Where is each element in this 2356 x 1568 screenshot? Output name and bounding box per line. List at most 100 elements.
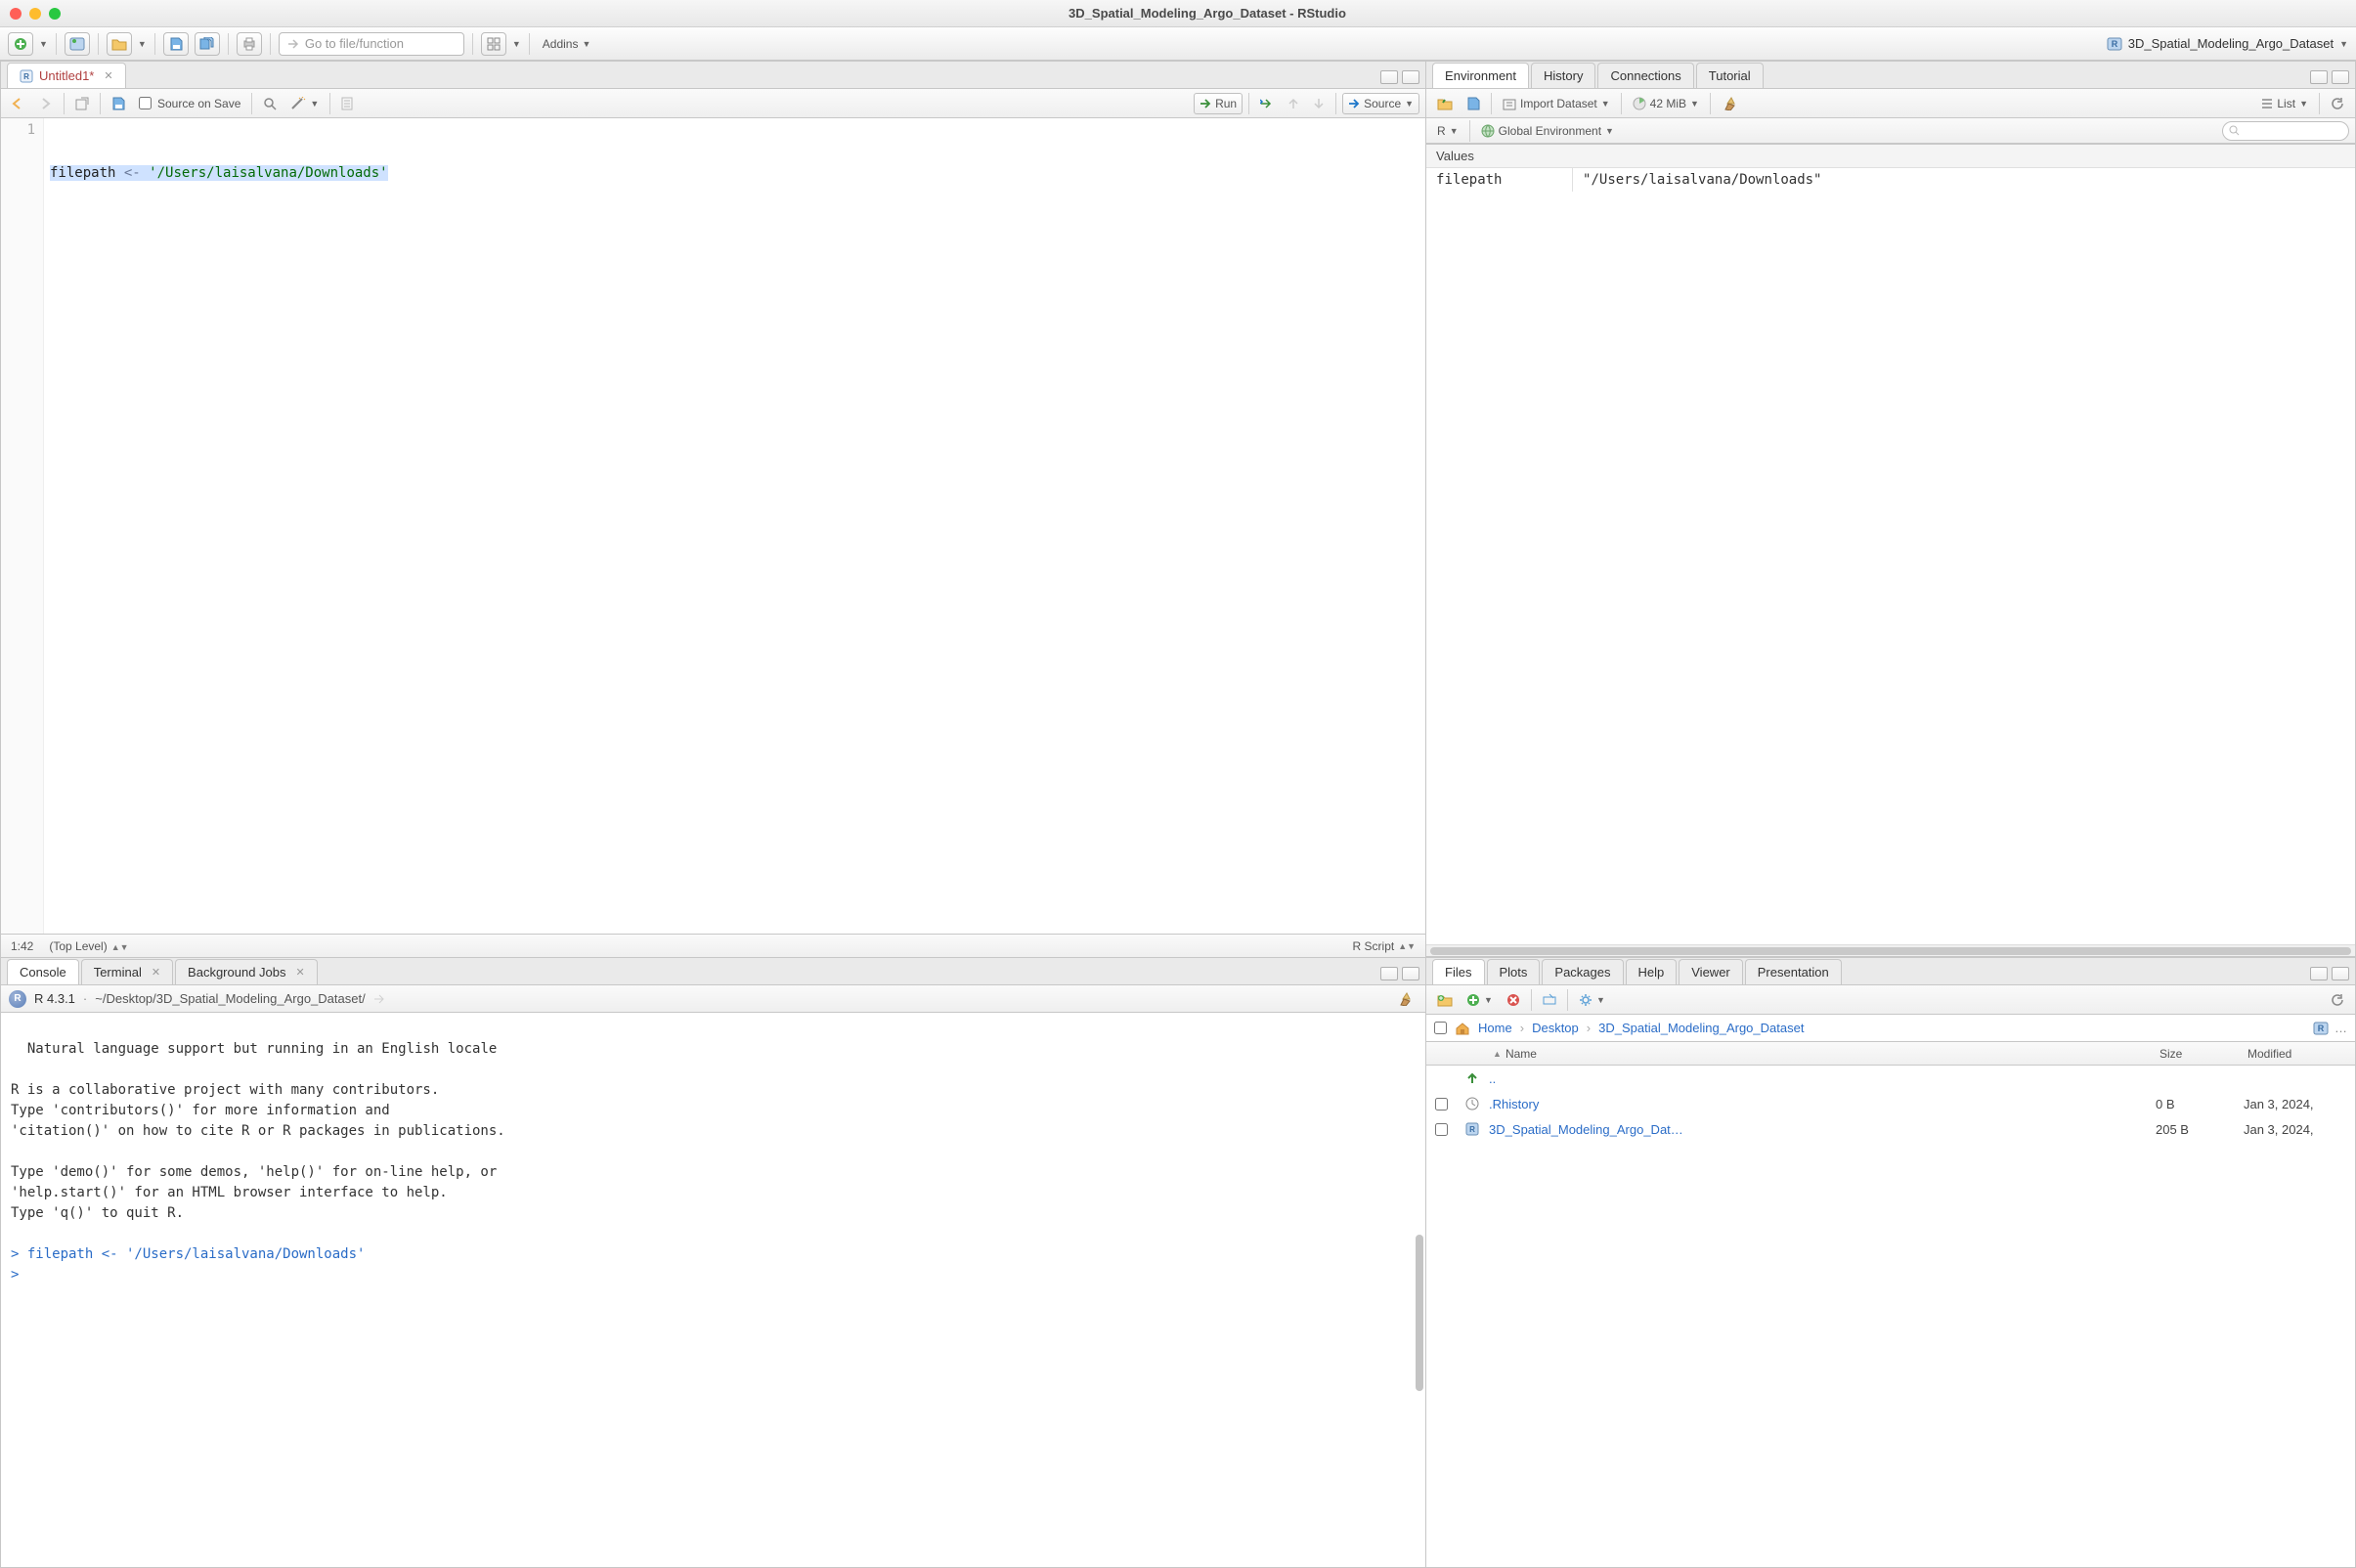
source-script-button[interactable]: Source ▼ [1342,93,1419,114]
tab-connections[interactable]: Connections [1597,63,1693,88]
go-to-next-button[interactable] [1308,93,1330,114]
files-column-header: ▲Name Size Modified [1426,1042,2355,1066]
column-modified[interactable]: Modified [2247,1047,2355,1061]
tab-viewer[interactable]: Viewer [1679,959,1743,984]
tab-plots[interactable]: Plots [1487,959,1541,984]
source-tab-untitled1[interactable]: R Untitled1* ✕ [7,63,126,88]
source-on-save-toggle[interactable]: Source on Save [134,93,245,114]
chevron-down-icon[interactable]: ▼ [39,39,48,49]
maximize-pane-button[interactable] [2332,70,2349,84]
files-breadcrumb: Home › Desktop › 3D_Spatial_Modeling_Arg… [1426,1015,2355,1042]
new-blank-file-button[interactable]: ▼ [1462,989,1498,1011]
breadcrumb-project[interactable]: 3D_Spatial_Modeling_Argo_Dataset [1598,1021,1804,1035]
file-name[interactable]: .. [1489,1071,2156,1086]
code-scope[interactable]: (Top Level) [49,939,107,953]
chevron-down-icon[interactable]: ▼ [138,39,147,49]
show-in-new-window-button[interactable] [70,93,94,114]
environment-search-input[interactable] [2222,121,2349,141]
code-editor[interactable]: 1 filepath <- '/Users/laisalvana/Downloa… [1,118,1425,934]
re-run-button[interactable] [1255,93,1279,114]
environment-row[interactable]: filepath"/Users/laisalvana/Downloads" [1426,168,2355,192]
minimize-pane-button[interactable] [1380,70,1398,84]
view-mode-button[interactable]: List ▼ [2256,93,2313,114]
import-dataset-button[interactable]: Import Dataset ▼ [1498,93,1615,114]
code-tools-button[interactable]: ▼ [285,93,324,114]
maximize-pane-button[interactable] [2332,967,2349,980]
find-replace-button[interactable] [258,93,282,114]
tab-terminal[interactable]: Terminal✕ [81,959,173,984]
more-files-button[interactable]: ▼ [1574,989,1610,1011]
new-project-button[interactable] [65,32,90,56]
horizontal-scrollbar[interactable] [1426,944,2355,956]
minimize-pane-button[interactable] [2310,967,2328,980]
language-menu[interactable]: R▼ [1432,120,1463,142]
tab-presentation[interactable]: Presentation [1745,959,1842,984]
clear-console-button[interactable] [1392,988,1418,1010]
save-source-button[interactable] [107,93,130,114]
minimize-window-button[interactable] [29,8,41,20]
file-checkbox[interactable] [1435,1098,1448,1111]
new-file-button[interactable] [8,32,33,56]
close-tab-button[interactable]: ✕ [152,966,160,979]
console-output[interactable]: Natural language support but running in … [1,1013,1425,1567]
compile-report-button[interactable] [336,93,358,114]
rename-file-button[interactable] [1538,989,1561,1011]
save-all-button[interactable] [195,32,220,56]
go-to-prev-button[interactable] [1283,93,1304,114]
more-path-button[interactable]: … [2334,1021,2347,1035]
memory-usage-button[interactable]: 42 MiB ▼ [1628,93,1704,114]
close-tab-button[interactable]: ✕ [296,966,305,979]
home-icon[interactable] [1455,1022,1470,1035]
column-name[interactable]: ▲Name [1489,1047,2160,1061]
file-checkbox[interactable] [1435,1123,1448,1136]
popout-icon[interactable] [373,993,385,1005]
close-window-button[interactable] [10,8,22,20]
save-button[interactable] [163,32,189,56]
rproj-icon[interactable]: R [2313,1022,2329,1035]
nav-forward-button[interactable] [34,93,58,114]
project-menu[interactable]: R 3D_Spatial_Modeling_Argo_Dataset ▼ [2107,36,2348,51]
source-on-save-checkbox[interactable] [139,97,152,109]
load-workspace-button[interactable] [1432,93,1458,114]
goto-file-function-input[interactable]: Go to file/function [279,32,464,56]
breadcrumb-desktop[interactable]: Desktop [1532,1021,1579,1035]
file-modified: Jan 3, 2024, [2244,1122,2351,1137]
maximize-pane-button[interactable] [1402,967,1419,980]
chevron-down-icon[interactable]: ▼ [512,39,521,49]
tab-files[interactable]: Files [1432,959,1484,984]
save-workspace-button[interactable] [1462,93,1485,114]
addins-menu[interactable]: Addins ▼ [538,33,596,55]
refresh-files-button[interactable] [2326,989,2349,1011]
file-type-label[interactable]: R Script [1353,939,1395,953]
file-name[interactable]: 3D_Spatial_Modeling_Argo_Dat… [1489,1122,2156,1137]
tab-history[interactable]: History [1531,63,1595,88]
refresh-env-button[interactable] [2326,93,2349,114]
select-all-checkbox[interactable] [1434,1022,1447,1034]
tab-help[interactable]: Help [1626,959,1678,984]
file-row-updir[interactable]: .. [1426,1066,2355,1091]
tab-console[interactable]: Console [7,959,79,984]
tab-packages[interactable]: Packages [1542,959,1623,984]
tab-background-jobs[interactable]: Background Jobs✕ [175,959,318,984]
maximize-window-button[interactable] [49,8,61,20]
new-folder-button[interactable] [1432,989,1458,1011]
delete-file-button[interactable] [1502,989,1525,1011]
clear-workspace-button[interactable] [1717,93,1742,114]
nav-back-button[interactable] [7,93,30,114]
svg-text:R: R [23,72,29,81]
breadcrumb-home[interactable]: Home [1478,1021,1512,1035]
vertical-scrollbar[interactable] [1416,1235,1423,1391]
environment-scope-menu[interactable]: Global Environment ▼ [1476,120,1619,142]
tab-tutorial[interactable]: Tutorial [1696,63,1764,88]
minimize-pane-button[interactable] [1380,967,1398,980]
file-name[interactable]: .Rhistory [1489,1097,2156,1111]
column-size[interactable]: Size [2160,1047,2247,1061]
run-button[interactable]: Run [1194,93,1243,114]
print-button[interactable] [237,32,262,56]
open-file-button[interactable] [107,32,132,56]
workspace-panes-button[interactable] [481,32,506,56]
tab-environment[interactable]: Environment [1432,63,1529,88]
minimize-pane-button[interactable] [2310,70,2328,84]
maximize-pane-button[interactable] [1402,70,1419,84]
close-tab-button[interactable]: ✕ [104,69,112,82]
